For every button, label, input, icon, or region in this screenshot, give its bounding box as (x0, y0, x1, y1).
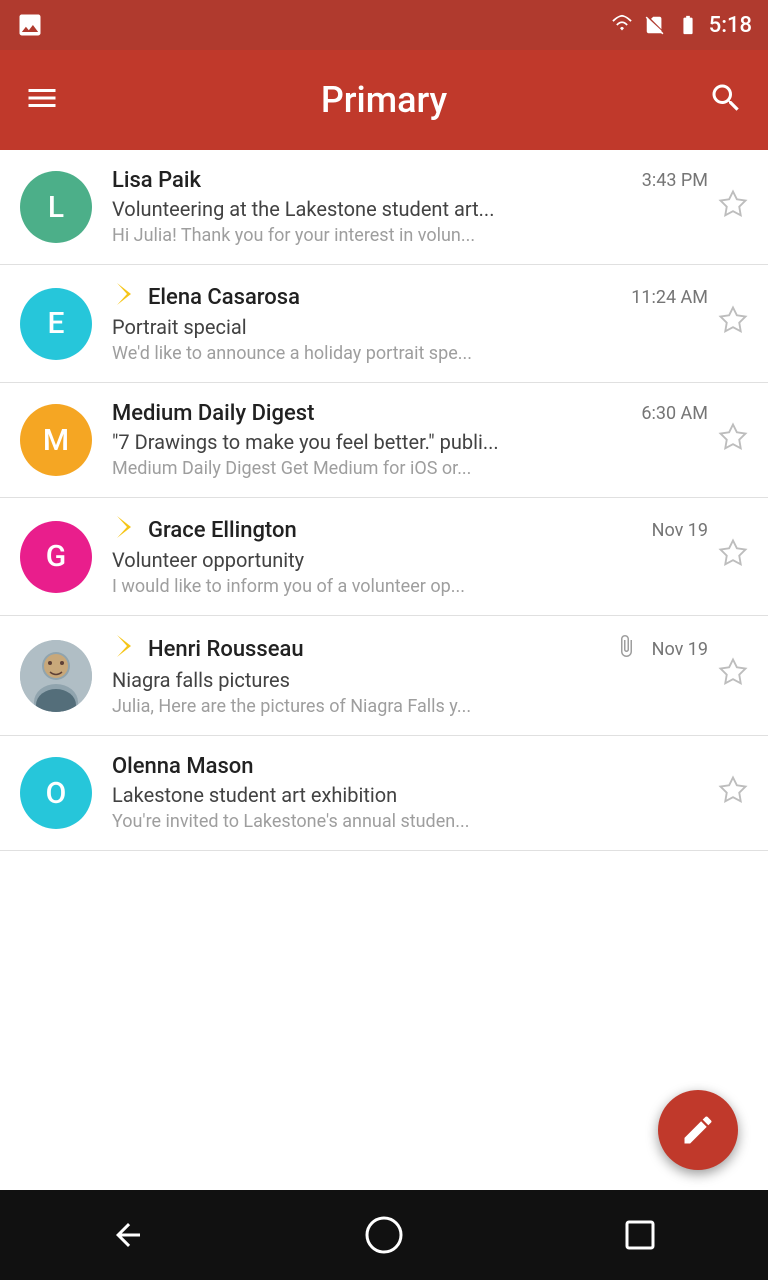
email-header: Elena Casarosa 11:24 AM (112, 283, 708, 311)
email-sender-name: Medium Daily Digest (112, 401, 314, 426)
email-time: Nov 19 (652, 520, 708, 541)
email-item[interactable]: E Elena Casarosa 11:24 AM Portrait special W… (0, 265, 768, 383)
email-content: Lisa Paik 3:43 PM Volunteering at the Lake… (112, 168, 708, 246)
email-item[interactable]: L Lisa Paik 3:43 PM Volunteering at the Lak… (0, 150, 768, 265)
avatar: M (20, 404, 92, 476)
email-preview: You're invited to Lakestone's annual stu… (112, 811, 708, 832)
email-content: Henri Rousseau Nov 19 Niagra falls picture… (112, 634, 708, 717)
bottom-navigation (0, 1190, 768, 1280)
email-preview: Julia, Here are the pictures of Niagra F… (112, 696, 708, 717)
email-time-row: Nov 19 (644, 520, 708, 541)
email-subject: "7 Drawings to make you feel better." pu… (112, 430, 708, 454)
email-preview: I would like to inform you of a voluntee… (112, 576, 708, 597)
email-sender-name: Elena Casarosa (148, 285, 300, 310)
email-header: Henri Rousseau Nov 19 (112, 634, 708, 664)
email-actions (718, 657, 748, 694)
email-subject: Portrait special (112, 315, 708, 339)
avatar: E (20, 288, 92, 360)
email-time-row: 11:24 AM (623, 287, 708, 308)
star-button[interactable] (718, 422, 748, 459)
email-subject: Volunteering at the Lakestone student ar… (112, 197, 708, 221)
email-actions (718, 305, 748, 342)
email-header: Olenna Mason (112, 754, 708, 779)
email-preview: We'd like to announce a holiday portrait… (112, 343, 708, 364)
email-content: Grace Ellington Nov 19 Volunteer opportuni… (112, 516, 708, 597)
email-item[interactable]: M Medium Daily Digest 6:30 AM "7 Drawings t… (0, 383, 768, 498)
important-icon (112, 283, 136, 311)
email-time-row: 3:43 PM (634, 170, 708, 191)
email-content: Elena Casarosa 11:24 AM Portrait special We… (112, 283, 708, 364)
star-button[interactable] (718, 305, 748, 342)
wifi-icon (609, 14, 635, 36)
no-sim-icon (643, 14, 667, 36)
email-sender-name: Henri Rousseau (148, 637, 304, 662)
status-bar-left (16, 11, 44, 39)
email-sender-row: Elena Casarosa (112, 283, 300, 311)
email-sender-name: Grace Ellington (148, 518, 297, 543)
email-time: Nov 19 (652, 639, 708, 660)
menu-button[interactable] (24, 80, 60, 120)
status-time: 5:18 (709, 13, 752, 38)
status-bar-right: 5:18 (609, 13, 752, 38)
email-preview: Hi Julia! Thank you for your interest in… (112, 225, 708, 246)
star-button[interactable] (718, 538, 748, 575)
email-item[interactable]: O Olenna Mason Lakestone student art exhib… (0, 736, 768, 851)
avatar: G (20, 521, 92, 593)
email-item[interactable]: Henri Rousseau Nov 19 Niagra falls picture… (0, 616, 768, 736)
status-bar: 5:18 (0, 0, 768, 50)
toolbar-title: Primary (321, 79, 447, 121)
important-icon (112, 516, 136, 544)
star-button[interactable] (718, 189, 748, 226)
attachment-icon (614, 634, 638, 664)
email-header: Medium Daily Digest 6:30 AM (112, 401, 708, 426)
important-icon (112, 635, 136, 663)
email-sender-row: Medium Daily Digest (112, 401, 314, 426)
email-subject: Niagra falls pictures (112, 668, 708, 692)
email-time-row: Nov 19 (614, 634, 708, 664)
email-actions (718, 189, 748, 226)
back-button[interactable] (98, 1205, 158, 1265)
email-sender-name: Lisa Paik (112, 168, 201, 193)
recents-button[interactable] (610, 1205, 670, 1265)
email-content: Olenna Mason Lakestone student art exhibi… (112, 754, 708, 832)
email-sender-name: Olenna Mason (112, 754, 254, 779)
email-subject: Lakestone student art exhibition (112, 783, 708, 807)
email-time-row: 6:30 AM (633, 403, 708, 424)
star-button[interactable] (718, 775, 748, 812)
home-button[interactable] (354, 1205, 414, 1265)
email-actions (718, 775, 748, 812)
email-item[interactable]: G Grace Ellington Nov 19 Volunteer opportun… (0, 498, 768, 616)
email-list: L Lisa Paik 3:43 PM Volunteering at the Lak… (0, 150, 768, 851)
email-sender-row: Henri Rousseau (112, 635, 304, 663)
email-time: 6:30 AM (641, 403, 708, 424)
email-sender-row: Olenna Mason (112, 754, 254, 779)
compose-button[interactable] (658, 1090, 738, 1170)
email-time: 11:24 AM (631, 287, 708, 308)
avatar (20, 640, 92, 712)
email-header: Grace Ellington Nov 19 (112, 516, 708, 544)
email-actions (718, 422, 748, 459)
email-content: Medium Daily Digest 6:30 AM "7 Drawings to… (112, 401, 708, 479)
search-button[interactable] (708, 80, 744, 120)
toolbar: Primary (0, 50, 768, 150)
avatar: L (20, 171, 92, 243)
email-sender-row: Grace Ellington (112, 516, 297, 544)
image-icon (16, 11, 44, 39)
avatar: O (20, 757, 92, 829)
star-button[interactable] (718, 657, 748, 694)
email-subject: Volunteer opportunity (112, 548, 708, 572)
email-preview: Medium Daily Digest Get Medium for iOS o… (112, 458, 708, 479)
email-header: Lisa Paik 3:43 PM (112, 168, 708, 193)
email-time: 3:43 PM (642, 170, 708, 191)
email-actions (718, 538, 748, 575)
email-sender-row: Lisa Paik (112, 168, 201, 193)
battery-icon (675, 14, 701, 36)
